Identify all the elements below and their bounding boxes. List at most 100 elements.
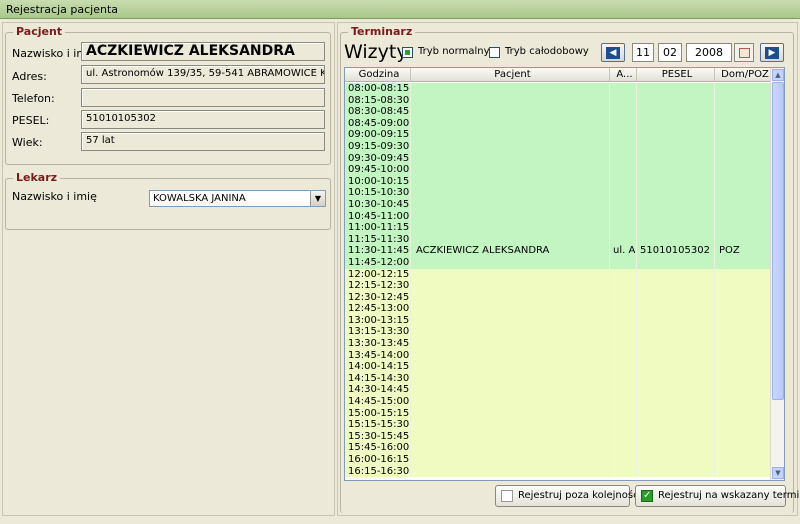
table-row[interactable]: 10:30-10:45 <box>345 198 771 211</box>
patient-age-field[interactable]: 57 lat <box>81 132 325 151</box>
cell-patient <box>411 442 610 454</box>
cell-patient <box>411 233 610 246</box>
cell-pesel <box>637 314 715 327</box>
cell-pesel: 51010105302 <box>637 245 715 257</box>
table-row[interactable]: 15:45-16:00 <box>345 442 771 454</box>
table-row[interactable]: 08:15-08:30 <box>345 94 771 107</box>
table-row[interactable]: 11:00-11:15 <box>345 222 771 234</box>
table-row[interactable]: 13:15-13:30 <box>345 326 771 339</box>
date-month-field[interactable]: 02 <box>658 43 682 62</box>
cell-time: 15:30-15:45 <box>345 430 411 443</box>
calendar-button[interactable] <box>734 43 754 62</box>
visits-grid[interactable]: Godzina Pacjent A... PESEL Dom/POZ 08:00… <box>344 67 785 481</box>
table-row[interactable]: 10:45-11:00 <box>345 210 771 223</box>
mode-full-checkbox[interactable] <box>489 47 500 58</box>
cell-address <box>610 349 637 362</box>
patient-address-field[interactable]: ul. Astronomów 139/35, 59-541 ABRAMOWICE… <box>81 65 325 84</box>
table-row[interactable]: 10:00-10:15 <box>345 175 771 188</box>
cell-address <box>610 140 637 153</box>
cell-time: 16:00-16:15 <box>345 454 411 466</box>
patient-pesel-label: PESEL: <box>12 114 50 127</box>
cell-pesel <box>637 384 715 397</box>
cell-home-poz <box>715 408 771 420</box>
patient-name-field[interactable]: ACZKIEWICZ ALEKSANDRA <box>81 42 325 61</box>
cell-pesel <box>637 326 715 339</box>
scroll-thumb[interactable] <box>772 82 784 400</box>
table-row[interactable]: 14:45-15:00 <box>345 396 771 408</box>
table-row[interactable]: 11:45-12:00 <box>345 256 771 269</box>
table-row[interactable]: 08:45-09:00 <box>345 117 771 130</box>
column-header-address[interactable]: A... <box>610 68 637 82</box>
table-row[interactable]: 11:30-11:45 ACZKIEWICZ ALEKSANDRA ul. A 510… <box>345 245 771 257</box>
table-row[interactable]: 09:15-09:30 <box>345 140 771 153</box>
register-selected-slot-button[interactable]: Rejestruj na wskazany termin <box>635 485 800 507</box>
column-header-patient[interactable]: Pacjent <box>411 68 610 82</box>
cell-patient <box>411 164 610 176</box>
grid-scrollbar[interactable]: ▲ ▼ <box>770 68 784 480</box>
table-row[interactable]: 08:30-08:45 <box>345 106 771 118</box>
column-header-home-poz[interactable]: Dom/POZ <box>715 68 771 82</box>
cell-home-poz <box>715 95 771 107</box>
register-out-of-queue-button[interactable]: Rejestruj poza kolejnością <box>495 485 647 507</box>
table-row[interactable]: 15:30-15:45 <box>345 430 771 443</box>
table-row[interactable]: 14:00-14:15 <box>345 361 771 373</box>
patient-phone-label: Telefon: <box>12 92 55 105</box>
table-row[interactable]: 12:00-12:15 <box>345 268 771 281</box>
cell-home-poz <box>715 234 771 246</box>
column-header-pesel[interactable]: PESEL <box>637 68 715 82</box>
table-row[interactable]: 12:15-12:30 <box>345 280 771 292</box>
table-row[interactable]: 12:30-12:45 <box>345 291 771 304</box>
table-row[interactable]: 12:45-13:00 <box>345 303 771 315</box>
register-out-of-queue-label: Rejestruj poza kolejnością <box>518 490 648 501</box>
patient-age-label: Wiek: <box>12 136 43 149</box>
cell-address <box>610 361 637 373</box>
table-row[interactable]: 16:15-16:30 <box>345 465 771 478</box>
table-row[interactable]: 09:00-09:15 <box>345 129 771 141</box>
table-row[interactable]: 09:45-10:00 <box>345 164 771 176</box>
cell-home-poz <box>715 141 771 153</box>
patient-pesel-field[interactable]: 51010105302 <box>81 110 325 129</box>
cell-time: 14:00-14:15 <box>345 361 411 373</box>
cell-address <box>610 175 637 188</box>
mode-normal-checkbox[interactable] <box>402 47 413 58</box>
scroll-up-icon[interactable]: ▲ <box>772 69 784 81</box>
table-row[interactable]: 09:30-09:45 <box>345 152 771 165</box>
table-row[interactable]: 14:30-14:45 <box>345 384 771 397</box>
cell-address <box>610 372 637 385</box>
table-row[interactable]: 15:00-15:15 <box>345 407 771 420</box>
cell-address <box>610 129 637 141</box>
cell-home-poz <box>715 466 771 478</box>
table-row[interactable]: 11:15-11:30 <box>345 233 771 246</box>
table-row[interactable]: 16:00-16:15 <box>345 454 771 466</box>
chevron-down-icon[interactable]: ▼ <box>310 191 325 206</box>
cell-home-poz <box>715 176 771 188</box>
cell-time: 10:00-10:15 <box>345 175 411 188</box>
doctor-select[interactable]: KOWALSKA JANINA ▼ <box>149 190 326 207</box>
cell-pesel <box>637 442 715 454</box>
table-row[interactable]: 13:00-13:15 <box>345 314 771 327</box>
date-year-field[interactable]: 2008 <box>686 43 732 62</box>
doctor-legend: Lekarz <box>13 171 61 184</box>
next-day-button[interactable]: ▶ <box>760 43 784 62</box>
prev-day-button[interactable]: ◀ <box>601 43 625 62</box>
table-row[interactable]: 13:45-14:00 <box>345 349 771 362</box>
cell-address <box>610 303 637 315</box>
table-row[interactable]: 15:15-15:30 <box>345 419 771 431</box>
table-row[interactable]: 08:00-08:15 <box>345 83 771 95</box>
date-day-field[interactable]: 11 <box>632 43 654 62</box>
patient-phone-field[interactable] <box>81 88 325 107</box>
cell-time: 08:15-08:30 <box>345 94 411 107</box>
table-row[interactable]: 14:15-14:30 <box>345 372 771 385</box>
scroll-down-icon[interactable]: ▼ <box>772 467 784 479</box>
cell-pesel <box>637 222 715 234</box>
cell-home-poz <box>715 361 771 373</box>
cell-time: 11:30-11:45 <box>345 245 411 257</box>
cell-patient <box>411 407 610 420</box>
table-row[interactable]: 10:15-10:30 <box>345 187 771 199</box>
table-row[interactable]: 13:30-13:45 <box>345 338 771 350</box>
column-header-time[interactable]: Godzina <box>345 68 411 82</box>
cell-address <box>610 187 637 199</box>
cell-address <box>610 291 637 304</box>
cell-address: ul. A <box>610 245 637 257</box>
cell-home-poz <box>715 153 771 165</box>
